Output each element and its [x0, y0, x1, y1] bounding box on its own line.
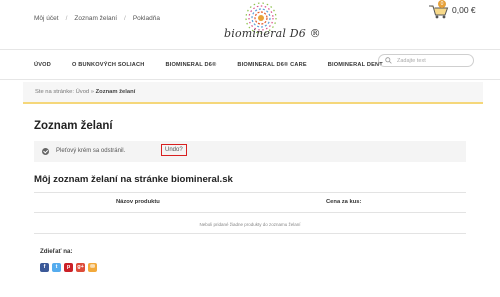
breadcrumb-home-link[interactable]: Úvod	[76, 89, 90, 95]
wishlist-title: Môj zoznam želaní na stránke biomineral.…	[34, 174, 233, 185]
nav-item-biomineral-care[interactable]: BIOMINERAL D6® CARE	[237, 62, 306, 68]
nav-item-biomineral-d6[interactable]: BIOMINERAL D6®	[165, 62, 216, 68]
table-border	[34, 212, 466, 213]
nav-item-biomineral-dent[interactable]: BIOMINERAL DENT	[328, 62, 383, 68]
logo-text[interactable]: biomineral D6 ®	[224, 27, 321, 40]
divider	[0, 79, 500, 80]
removed-notice: Pleťový krém sa odstránil. Undo?	[34, 141, 466, 162]
email-icon[interactable]: ✉	[88, 263, 97, 272]
check-circle-icon	[42, 148, 49, 155]
column-header-price: Cena za kus:	[326, 199, 362, 205]
search-box	[378, 54, 474, 67]
page-title: Zoznam želaní	[34, 120, 113, 132]
googleplus-icon[interactable]: g+	[76, 263, 85, 272]
separator: /	[65, 15, 68, 22]
share-title: Zdieľať na:	[40, 248, 73, 255]
undo-link[interactable]: Undo?	[161, 144, 187, 156]
nav-item-home[interactable]: ÚVOD	[34, 62, 51, 68]
pinterest-icon[interactable]: p	[64, 263, 73, 272]
wishlist-link[interactable]: Zoznam želaní	[74, 15, 117, 22]
breadcrumb-prefix: Ste na stránke:	[35, 89, 76, 95]
nav-item-cell-salts[interactable]: O BUNKOVÝCH SOLIACH	[72, 62, 144, 68]
checkout-link[interactable]: Pokladňa	[133, 15, 160, 22]
cart-count-badge: 0	[438, 0, 446, 8]
column-header-product: Názov produktu	[116, 199, 160, 205]
my-account-link[interactable]: Môj účet	[34, 15, 59, 22]
divider	[0, 49, 500, 50]
empty-wishlist-message: Neboli pridané žiadne produkty do zoznam…	[199, 222, 301, 227]
search-icon[interactable]	[385, 57, 392, 64]
share-icons: f t p g+ ✉	[40, 263, 100, 272]
separator: /	[124, 15, 126, 22]
main-nav: ÚVOD O BUNKOVÝCH SOLIACH BIOMINERAL D6® …	[34, 62, 404, 68]
facebook-icon[interactable]: f	[40, 263, 49, 272]
breadcrumb: Ste na stránke: Úvod » Zoznam želaní	[35, 89, 135, 95]
breadcrumb-current: Zoznam želaní	[95, 89, 136, 95]
table-border	[34, 192, 466, 193]
notice-text: Pleťový krém sa odstránil.	[56, 148, 126, 154]
search-input[interactable]	[397, 56, 467, 66]
table-border	[34, 233, 466, 234]
cart-total[interactable]: 0,00 €	[452, 5, 476, 15]
top-links: Môj účet / Zoznam želaní / Pokladňa	[34, 15, 160, 22]
twitter-icon[interactable]: t	[52, 263, 61, 272]
